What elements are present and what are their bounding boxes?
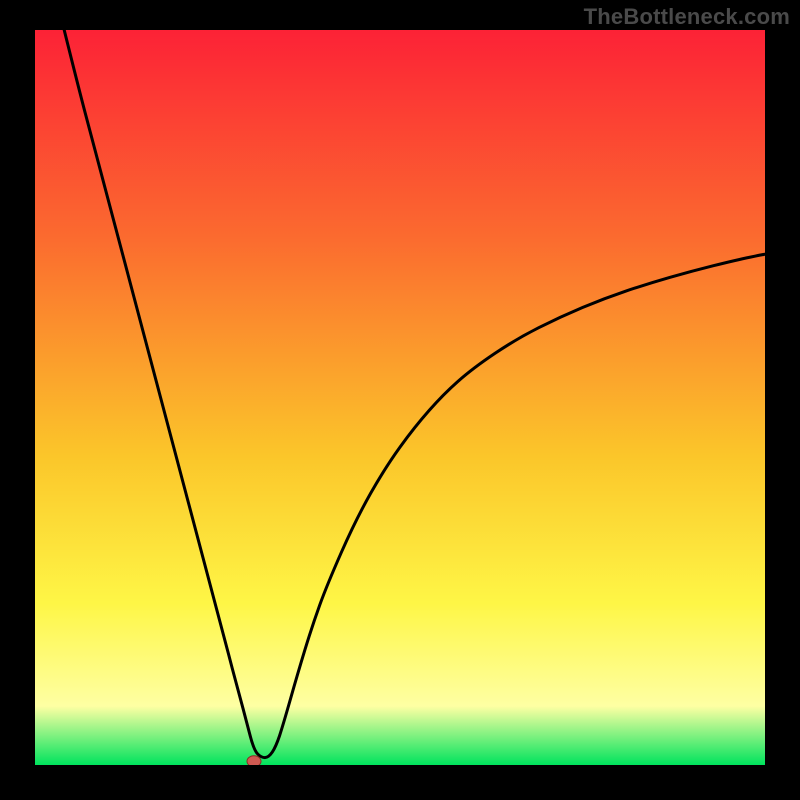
plot-svg xyxy=(35,30,765,765)
watermark-text: TheBottleneck.com xyxy=(584,4,790,30)
chart-frame: TheBottleneck.com xyxy=(0,0,800,800)
plot-area xyxy=(35,30,765,765)
gradient-background xyxy=(35,30,765,765)
optimum-marker xyxy=(247,756,261,765)
